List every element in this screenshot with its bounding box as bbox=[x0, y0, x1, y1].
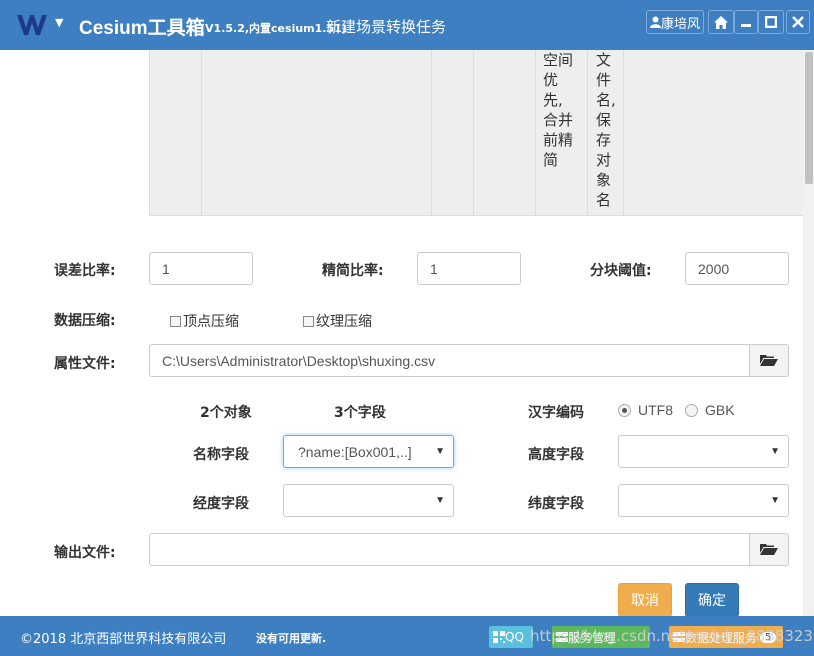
close-icon bbox=[792, 16, 804, 28]
checkbox-box[interactable] bbox=[303, 315, 314, 327]
error-ratio-input[interactable]: 1 bbox=[149, 252, 253, 285]
app-menu-caret-icon[interactable]: ▼ bbox=[55, 16, 63, 29]
scrollbar-thumb[interactable] bbox=[805, 52, 813, 184]
utf8-text: UTF8 bbox=[638, 402, 673, 418]
table-column bbox=[431, 50, 473, 216]
app-logo-icon[interactable] bbox=[16, 12, 48, 38]
chevron-down-icon: ▼ bbox=[435, 495, 445, 506]
qq-label: QQ bbox=[505, 630, 524, 644]
radio-unselected[interactable] bbox=[685, 403, 698, 417]
chevron-down-icon: ▼ bbox=[770, 495, 780, 506]
output-file-input[interactable] bbox=[149, 533, 750, 566]
update-status: 没有可用更新. bbox=[256, 632, 327, 645]
title-bar: ▼ Cesium工具箱 (V1.5.2,内置cesium1.51) 新建场景转换… bbox=[0, 0, 814, 50]
checkbox-box[interactable] bbox=[170, 315, 181, 327]
home-button[interactable] bbox=[708, 10, 734, 34]
error-ratio-label: 误差比率: bbox=[54, 263, 116, 279]
user-button[interactable]: 康培风 bbox=[646, 10, 704, 34]
cancel-button[interactable]: 取消 bbox=[618, 583, 672, 617]
ok-button[interactable]: 确定 bbox=[685, 583, 739, 617]
name-field-value: ?name:[Box001,..] bbox=[298, 443, 412, 460]
table-column bbox=[473, 50, 535, 216]
qr-code-icon bbox=[493, 631, 505, 643]
block-threshold-input[interactable]: 2000 bbox=[685, 252, 789, 285]
user-name: 康培风 bbox=[660, 16, 700, 32]
maximize-button[interactable] bbox=[758, 10, 784, 34]
watermark: https://blog.csdn.net/weixin_38383235 bbox=[530, 627, 814, 645]
simplify-ratio-input[interactable]: 1 bbox=[417, 252, 521, 285]
name-field-label: 名称字段 bbox=[193, 447, 249, 463]
qq-button[interactable]: QQ bbox=[489, 626, 533, 648]
encoding-utf8-radio[interactable]: UTF8 bbox=[618, 402, 673, 418]
table-column bbox=[201, 50, 431, 216]
table-column: 空间优先,合并前精简 bbox=[535, 50, 587, 216]
options-table: 空间优先,合并前精简 文件名,保存对象名 bbox=[149, 50, 803, 216]
vertex-compress-checkbox[interactable]: 顶点压缩 bbox=[170, 311, 239, 331]
app-title: Cesium工具箱 bbox=[79, 18, 205, 39]
attr-file-label: 属性文件: bbox=[54, 356, 116, 372]
user-icon bbox=[649, 16, 661, 28]
simplify-ratio-label: 精简比率: bbox=[322, 263, 384, 279]
encoding-label: 汉字编码 bbox=[528, 405, 584, 421]
object-count: 2个对象 bbox=[200, 405, 252, 421]
maximize-icon bbox=[765, 16, 777, 28]
radio-selected[interactable] bbox=[618, 403, 631, 417]
texture-compress-checkbox[interactable]: 纹理压缩 bbox=[303, 311, 372, 331]
task-title: 新建场景转换任务 bbox=[326, 18, 447, 36]
home-icon bbox=[714, 15, 728, 29]
texture-compress-text: 纹理压缩 bbox=[316, 314, 372, 330]
lat-field-select[interactable]: ▼ bbox=[618, 484, 789, 517]
block-threshold-label: 分块阈值: bbox=[590, 263, 652, 279]
attr-file-browse-button[interactable] bbox=[749, 344, 789, 377]
app-version: (V1.5.2,内置cesium1.51) bbox=[200, 22, 347, 35]
table-cell-text: 文件名,保存对象名 bbox=[596, 51, 616, 209]
close-button[interactable] bbox=[786, 10, 810, 34]
folder-open-icon bbox=[760, 355, 778, 366]
table-cell-text: 空间优先,合并前精简 bbox=[543, 51, 574, 169]
lat-field-label: 纬度字段 bbox=[528, 496, 584, 512]
folder-open-icon bbox=[760, 544, 778, 555]
copyright-text: ©2018 北京西部世界科技有限公司 bbox=[20, 632, 227, 647]
field-count: 3个字段 bbox=[334, 405, 386, 421]
lon-field-select[interactable]: ▼ bbox=[283, 484, 454, 517]
minimize-button[interactable] bbox=[734, 10, 758, 34]
chevron-down-icon: ▼ bbox=[770, 446, 780, 457]
lon-field-label: 经度字段 bbox=[193, 496, 249, 512]
height-field-label: 高度字段 bbox=[528, 447, 584, 463]
compress-label: 数据压缩: bbox=[54, 313, 116, 329]
attr-file-input[interactable]: C:\Users\Administrator\Desktop\shuxing.c… bbox=[149, 344, 750, 377]
output-file-browse-button[interactable] bbox=[749, 533, 789, 566]
output-file-label: 输出文件: bbox=[54, 545, 116, 561]
vertex-compress-text: 顶点压缩 bbox=[183, 314, 239, 330]
chevron-down-icon: ▼ bbox=[435, 446, 445, 457]
minimize-icon bbox=[741, 24, 751, 27]
gbk-text: GBK bbox=[705, 402, 735, 418]
table-column bbox=[149, 50, 201, 216]
name-field-select[interactable]: ?name:[Box001,..] ▼ bbox=[283, 435, 454, 468]
height-field-select[interactable]: ▼ bbox=[618, 435, 789, 468]
table-column: 文件名,保存对象名 bbox=[587, 50, 623, 216]
table-column bbox=[623, 50, 803, 216]
encoding-gbk-radio[interactable]: GBK bbox=[685, 402, 735, 418]
